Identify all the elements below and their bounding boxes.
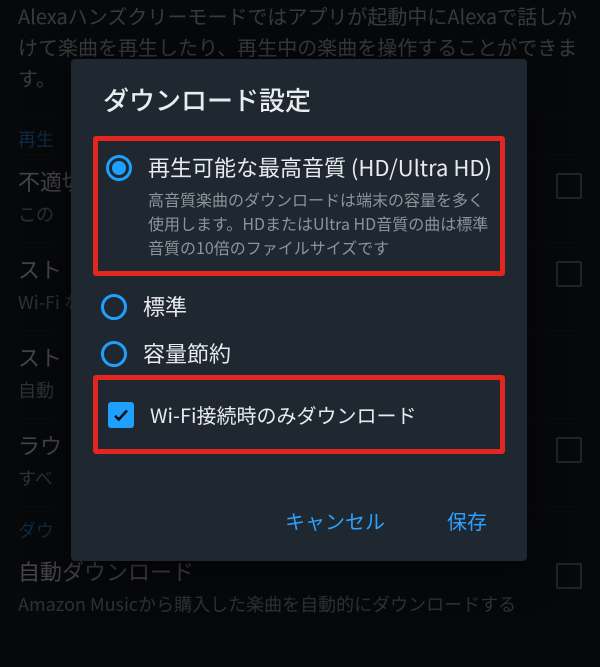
checkbox-label: Wi-Fi接続時のみダウンロード bbox=[150, 400, 417, 429]
radio-label: 再生可能な最高音質 (HD/Ultra HD) bbox=[148, 153, 492, 183]
download-settings-dialog: ダウンロード設定 再生可能な最高音質 (HD/Ultra HD) 高音質楽曲のダ… bbox=[71, 59, 527, 561]
radio-icon bbox=[101, 294, 127, 320]
check-icon bbox=[112, 406, 130, 424]
dialog-title: ダウンロード設定 bbox=[103, 81, 499, 118]
checkbox-icon bbox=[108, 402, 134, 428]
radio-text: 再生可能な最高音質 (HD/Ultra HD) 高音質楽曲のダウンロードは端末の… bbox=[148, 153, 492, 259]
radio-option-standard[interactable]: 標準 bbox=[99, 286, 499, 328]
radio-text: 容量節約 bbox=[143, 339, 497, 369]
save-button[interactable]: 保存 bbox=[439, 502, 495, 539]
cancel-button[interactable]: キャンセル bbox=[277, 502, 393, 539]
radio-icon bbox=[106, 155, 132, 181]
radio-label: 標準 bbox=[143, 292, 497, 322]
annotation-highlight: 再生可能な最高音質 (HD/Ultra HD) 高音質楽曲のダウンロードは端末の… bbox=[93, 136, 505, 276]
radio-label: 容量節約 bbox=[143, 339, 497, 369]
quality-options: 再生可能な最高音質 (HD/Ultra HD) 高音質楽曲のダウンロードは端末の… bbox=[99, 136, 499, 464]
annotation-highlight: Wi-Fi接続時のみダウンロード bbox=[93, 375, 505, 454]
radio-text: 標準 bbox=[143, 292, 497, 322]
checkbox-wifi-only[interactable]: Wi-Fi接続時のみダウンロード bbox=[104, 386, 494, 443]
radio-option-best-quality[interactable]: 再生可能な最高音質 (HD/Ultra HD) 高音質楽曲のダウンロードは端末の… bbox=[104, 147, 494, 265]
radio-icon bbox=[101, 341, 127, 367]
dialog-actions: キャンセル 保存 bbox=[99, 488, 499, 561]
radio-option-data-saver[interactable]: 容量節約 bbox=[99, 333, 499, 375]
radio-sublabel: 高音質楽曲のダウンロードは端末の容量を多く使用します。HDまたはUltra HD… bbox=[148, 187, 492, 259]
